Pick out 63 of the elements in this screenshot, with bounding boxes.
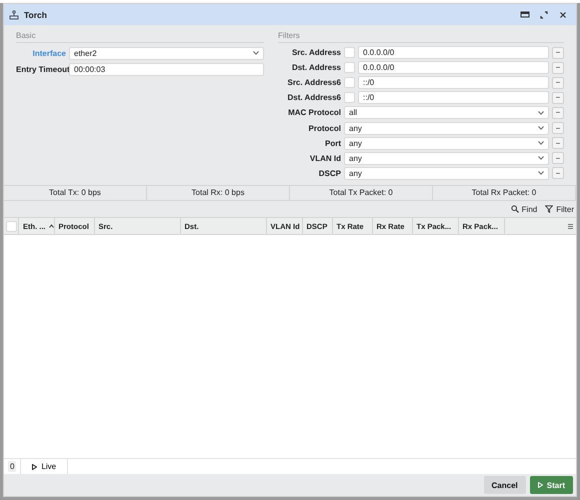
sort-ascending-icon [48,224,54,228]
row-count: 0 [8,461,16,472]
remove-button[interactable]: − [552,106,564,119]
remove-button[interactable]: − [552,137,564,150]
chevron-down-icon [538,126,544,130]
dropdown[interactable]: any [344,166,549,180]
field-label: VLAN Id [308,154,341,163]
dropdown[interactable]: any [344,152,549,165]
checkbox[interactable] [6,220,16,232]
live-tab[interactable]: Live [20,459,68,474]
section-title: Filters [278,31,564,43]
chevron-down-icon [538,141,544,146]
field-label: Src. Address [290,48,341,58]
field-label: Dst. Address [290,63,341,72]
checkbox[interactable] [344,62,355,74]
maximize-icon[interactable] [539,10,549,20]
chevron-down-icon [538,171,544,176]
field-label: MAC Protocol [287,108,341,118]
total-stat: Total Rx Packet: 0 [433,186,576,200]
filter-button[interactable]: Filter [545,204,574,214]
dropdown[interactable]: ether2 [69,46,264,60]
window-title: Torch [24,10,48,20]
dropdown[interactable]: any [344,136,549,150]
field-label: Protocol [308,124,341,133]
field-label: Src. Address6 [286,78,341,88]
start-button[interactable]: Start [530,476,573,494]
dock-icon[interactable] [520,10,530,20]
input-field[interactable]: ::/0 [358,91,549,104]
column-menu-icon[interactable] [568,224,573,228]
play-icon [32,464,38,470]
remove-button[interactable]: − [552,62,564,74]
remove-button[interactable]: − [552,76,564,89]
find-button[interactable]: Find [510,204,538,214]
chevron-down-icon [538,156,544,160]
checkbox[interactable] [344,77,355,88]
input-field[interactable]: ::/0 [358,76,549,90]
remove-button[interactable]: − [552,122,564,134]
total-stat: Total Rx: 0 bps [147,186,290,200]
field-label: Port [324,138,341,148]
input-field[interactable]: 00:00:03 [69,62,264,76]
remove-button[interactable]: − [552,152,564,164]
chevron-down-icon [538,110,544,115]
total-stat: Total Tx Packet: 0 [290,186,433,200]
dropdown[interactable]: any [344,122,549,135]
close-icon[interactable] [558,10,568,20]
checkbox[interactable] [344,92,355,104]
search-icon [510,205,519,213]
input-field[interactable]: 0.0.0.0/0 [358,61,549,74]
remove-button[interactable]: − [552,167,564,180]
chevron-down-icon [253,51,259,55]
remove-button[interactable]: − [552,46,564,59]
field-label: Dst. Address6 [286,93,341,102]
input-field[interactable]: 0.0.0.0/0 [358,46,549,60]
dropdown[interactable]: all [344,106,549,120]
cancel-button[interactable]: Cancel [484,476,526,494]
remove-button[interactable]: − [552,92,564,104]
torch-icon [9,10,19,20]
field-label: DSCP [318,168,341,178]
total-stat: Total Tx: 0 bps [4,186,147,200]
filter-icon [545,205,554,213]
play-icon [538,482,543,488]
section-title: Basic [16,31,264,43]
checkbox[interactable] [344,47,355,58]
